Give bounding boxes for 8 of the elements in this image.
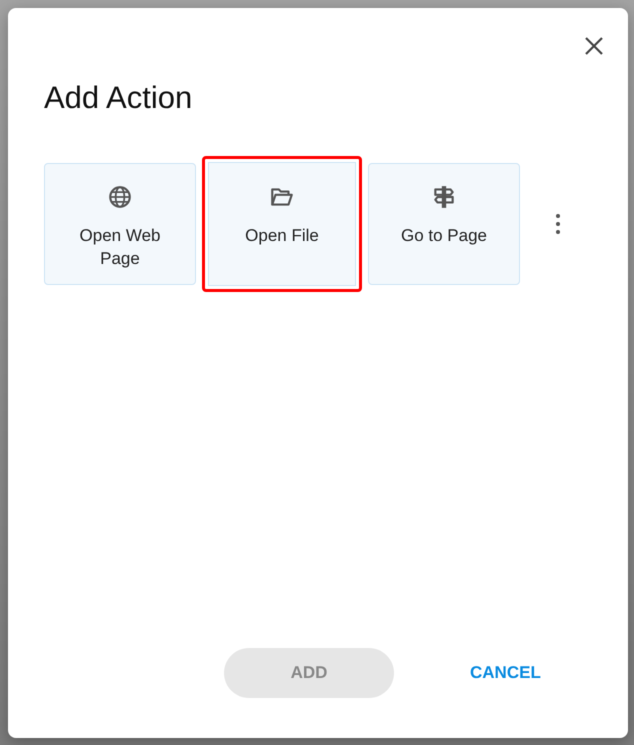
globe-icon	[107, 184, 133, 210]
action-card[interactable]: Open File	[202, 156, 362, 292]
action-card[interactable]: Go to Page	[368, 163, 520, 285]
dialog-title: Add Action	[44, 79, 194, 116]
cancel-button[interactable]: CANCEL	[466, 656, 545, 690]
signpost-icon	[431, 184, 457, 210]
more-icon	[555, 212, 561, 235]
action-card[interactable]: Open Web Page	[44, 163, 196, 285]
